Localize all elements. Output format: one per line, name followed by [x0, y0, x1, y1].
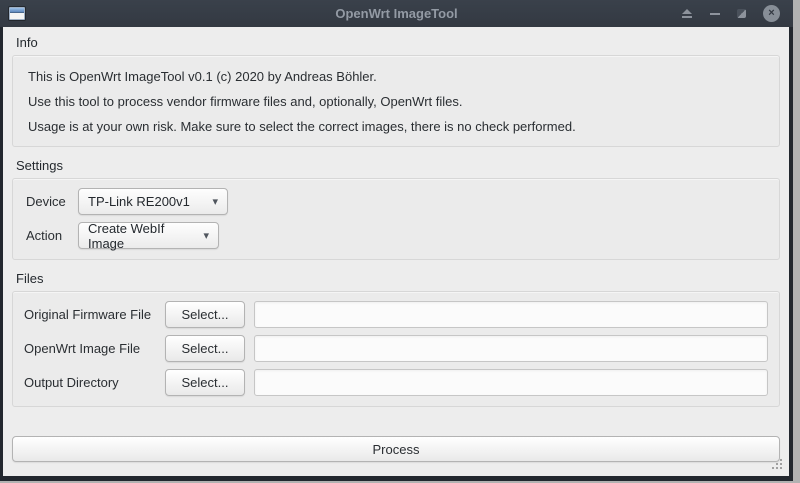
window-controls: × — [681, 5, 780, 22]
info-line-1: This is OpenWrt ImageTool v0.1 (c) 2020 … — [28, 67, 764, 86]
app-icon-titlebar — [10, 8, 24, 13]
info-line-3: Usage is at your own risk. Make sure to … — [28, 117, 764, 136]
app-icon[interactable] — [9, 7, 25, 20]
action-dropdown-value: Create WebIf Image — [88, 221, 195, 251]
minimize-icon[interactable] — [710, 13, 720, 15]
window-title: OpenWrt ImageTool — [0, 0, 793, 27]
select-output-directory-button[interactable]: Select... — [165, 369, 245, 396]
app-window: OpenWrt ImageTool × Info This is OpenWrt… — [0, 0, 793, 481]
shade-bar — [682, 16, 692, 18]
openwrt-image-input[interactable] — [254, 335, 768, 362]
device-dropdown[interactable]: TP-Link RE200v1 ▾ — [78, 188, 228, 215]
original-firmware-input[interactable] — [254, 301, 768, 328]
device-row: Device TP-Link RE200v1 ▾ — [26, 188, 766, 215]
action-row: Action Create WebIf Image ▾ — [26, 222, 766, 249]
chevron-down-icon: ▾ — [212, 195, 218, 208]
shade-icon[interactable] — [681, 9, 693, 18]
device-dropdown-value: TP-Link RE200v1 — [88, 194, 190, 209]
settings-section-label: Settings — [16, 158, 780, 173]
openwrt-image-row: OpenWrt Image File Select... — [24, 335, 768, 362]
device-label: Device — [26, 194, 78, 209]
info-line-2: Use this tool to process vendor firmware… — [28, 92, 764, 111]
action-dropdown[interactable]: Create WebIf Image ▾ — [78, 222, 219, 249]
output-directory-label: Output Directory — [24, 375, 165, 390]
files-groupbox: Original Firmware File Select... OpenWrt… — [12, 291, 780, 407]
titlebar[interactable]: OpenWrt ImageTool × — [0, 0, 793, 27]
action-label: Action — [26, 228, 78, 243]
openwrt-image-label: OpenWrt Image File — [24, 341, 165, 356]
info-section-label: Info — [16, 35, 780, 50]
window-content: Info This is OpenWrt ImageTool v0.1 (c) … — [3, 27, 789, 476]
select-openwrt-image-button[interactable]: Select... — [165, 335, 245, 362]
original-firmware-label: Original Firmware File — [24, 307, 165, 322]
resize-grip[interactable] — [770, 457, 783, 470]
info-groupbox: This is OpenWrt ImageTool v0.1 (c) 2020 … — [12, 55, 780, 147]
process-button[interactable]: Process — [12, 436, 780, 462]
close-icon[interactable]: × — [763, 5, 780, 22]
select-original-firmware-button[interactable]: Select... — [165, 301, 245, 328]
output-directory-input[interactable] — [254, 369, 768, 396]
settings-groupbox: Device TP-Link RE200v1 ▾ Action Create W… — [12, 178, 780, 260]
chevron-down-icon: ▾ — [203, 229, 209, 242]
original-firmware-row: Original Firmware File Select... — [24, 301, 768, 328]
maximize-icon[interactable] — [737, 9, 746, 18]
files-section-label: Files — [16, 271, 780, 286]
shade-triangle — [682, 9, 692, 14]
output-directory-row: Output Directory Select... — [24, 369, 768, 396]
